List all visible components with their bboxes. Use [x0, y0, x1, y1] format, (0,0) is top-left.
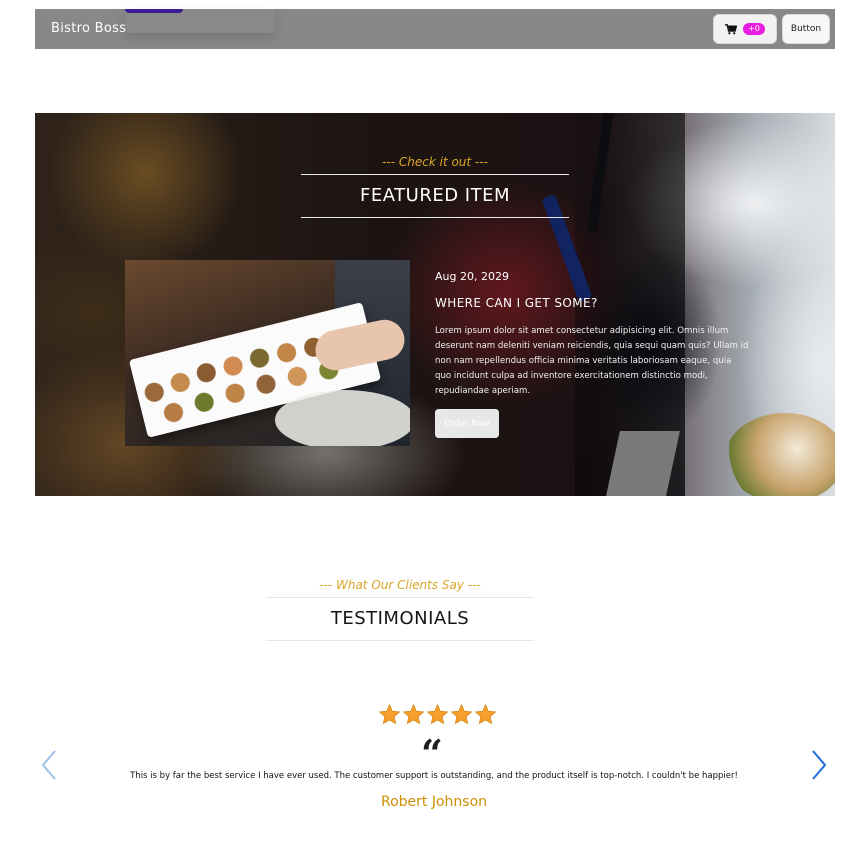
featured-details: Aug 20, 2029 WHERE CAN I GET SOME? Lorem…	[435, 270, 750, 438]
featured-date: Aug 20, 2029	[435, 270, 509, 283]
featured-kicker: --- Check it out ---	[382, 155, 488, 169]
star-icon	[426, 703, 449, 726]
star-icon	[378, 703, 401, 726]
featured-section: --- Check it out --- FEATURED ITEM Aug 2…	[35, 113, 835, 496]
order-now-button[interactable]: Order Now	[435, 409, 499, 438]
chevron-left-icon[interactable]	[39, 749, 59, 781]
navbar: Bistro Boss +0 Button	[35, 9, 835, 49]
reviewer-name: Robert Johnson	[380, 794, 488, 810]
star-icon	[474, 703, 497, 726]
quote-icon: “	[421, 731, 443, 776]
featured-title: FEATURED ITEM	[301, 174, 569, 218]
featured-heading: --- Check it out --- FEATURED ITEM	[301, 155, 569, 218]
testimonials-heading: --- What Our Clients Say --- TESTIMONIAL…	[266, 578, 534, 641]
nav-button[interactable]: Button	[782, 14, 830, 44]
cart-button[interactable]: +0	[713, 14, 777, 44]
testimonials-title: TESTIMONIALS	[266, 597, 534, 641]
review-text: This is by far the best service I have e…	[130, 771, 738, 781]
cart-count-badge: +0	[743, 23, 765, 35]
star-rating	[378, 703, 497, 726]
cart-icon	[725, 23, 738, 35]
featured-description: Lorem ipsum dolor sit amet consectetur a…	[435, 326, 749, 396]
star-icon	[450, 703, 473, 726]
chevron-right-icon[interactable]	[809, 749, 829, 781]
testimonials-kicker: --- What Our Clients Say ---	[319, 578, 481, 592]
brand-logo[interactable]: Bistro Boss	[51, 21, 126, 36]
star-icon	[402, 703, 425, 726]
featured-question: WHERE CAN I GET SOME?	[435, 296, 598, 310]
nav-dropdown-shadow	[125, 9, 275, 33]
featured-food-image	[125, 260, 410, 446]
